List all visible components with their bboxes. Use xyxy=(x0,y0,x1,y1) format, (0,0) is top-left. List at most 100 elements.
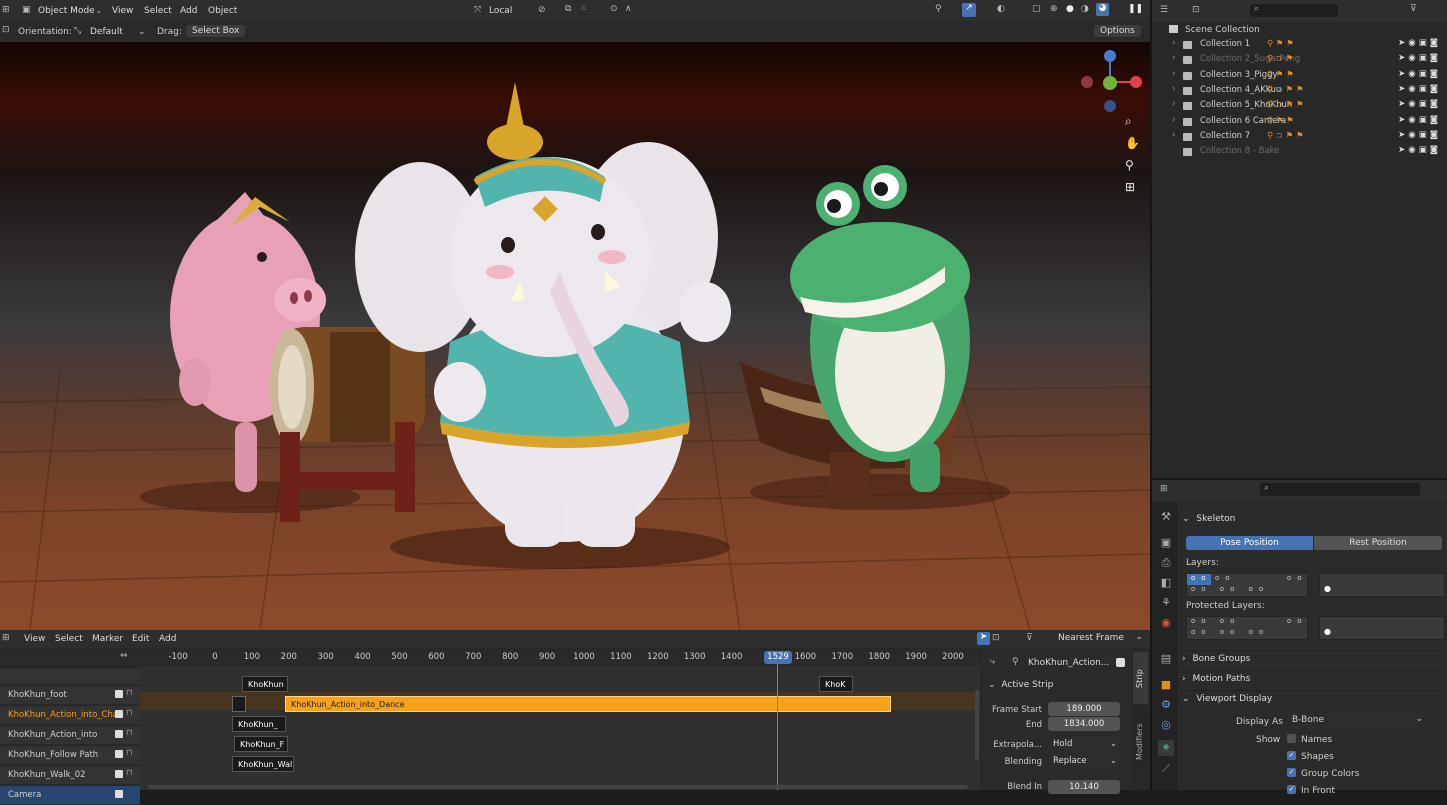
strip-small-marker[interactable] xyxy=(232,696,246,712)
rest-position-button[interactable]: Rest Position xyxy=(1314,536,1442,550)
navigation-gizmo[interactable] xyxy=(1078,46,1146,118)
nla-menu-edit[interactable]: Edit xyxy=(132,634,149,644)
lock-icon[interactable]: ⊓ xyxy=(126,708,133,718)
output-tab-icon[interactable]: ⎙ xyxy=(1158,556,1174,572)
outliner-item[interactable]: › Collection 1 ⚲ ⚑ ⚑ ➤◉▣◙ xyxy=(1152,38,1447,53)
camera-view-icon[interactable]: ⚲ xyxy=(1125,158,1134,172)
overlays-icon[interactable]: ◐ xyxy=(997,4,1005,14)
sidebar-mute-checkbox[interactable] xyxy=(1116,658,1125,667)
vertical-area-divider[interactable] xyxy=(1150,0,1152,790)
collection-tab-icon[interactable]: ▤ xyxy=(1158,652,1174,668)
nla-track[interactable]: Camera xyxy=(0,786,140,805)
visibility-toggles[interactable]: ➤◉▣◙ xyxy=(1398,69,1441,79)
shading-wireframe-icon[interactable]: ⊕ xyxy=(1050,4,1058,14)
view-layer-tab-icon[interactable]: ◧ xyxy=(1158,576,1174,592)
outliner-item[interactable]: › Collection 4_AKkuu ⚲ ⊃ ⚑ ⚑ ➤◉▣◙ xyxy=(1152,84,1447,99)
outliner-item[interactable]: › Collection 2_SugarPeng ⚲ ⊃ ⚑ ➤◉▣◙ xyxy=(1152,53,1447,68)
only-selected-icon[interactable]: ➤ xyxy=(977,632,990,645)
disclosure-triangle-icon[interactable]: › xyxy=(1172,84,1175,94)
gizmo-icon[interactable]: ↗ xyxy=(962,3,976,17)
disclosure-triangle-icon[interactable]: › xyxy=(1172,130,1175,140)
sidebar-tab-strip[interactable]: Strip xyxy=(1133,652,1148,704)
nla-track[interactable]: KhoKhun_Walk_02 ⊓ xyxy=(0,766,140,785)
editor-type-icon[interactable]: ⊞ xyxy=(1160,484,1168,494)
visibility-toggles[interactable]: ➤◉▣◙ xyxy=(1398,115,1441,125)
vertical-scrollbar[interactable] xyxy=(975,690,979,760)
tool-tab-icon[interactable]: ⚒ xyxy=(1158,510,1174,526)
track-mute-checkbox[interactable] xyxy=(115,710,123,718)
disclosure-triangle-icon[interactable]: › xyxy=(1172,53,1175,63)
viewport-display-section[interactable]: ⌄ Viewport Display xyxy=(1182,690,1444,712)
armature-data-tab-icon[interactable]: ⚹ xyxy=(1158,740,1174,756)
action-name-field[interactable]: KhoKhun_Action... xyxy=(1028,658,1109,668)
visibility-toggles[interactable]: ➤◉▣◙ xyxy=(1398,145,1441,155)
visibility-toggles[interactable]: ➤◉▣◙ xyxy=(1398,99,1441,109)
drag-select[interactable]: Select Box xyxy=(186,25,246,37)
filter-icon[interactable]: ⊽ xyxy=(1026,633,1033,643)
blend-in-field[interactable]: 10.140 xyxy=(1048,780,1120,794)
visibility-toggles[interactable]: ➤◉▣◙ xyxy=(1398,84,1441,94)
shading-material-icon[interactable]: ◑ xyxy=(1081,4,1089,14)
end-field[interactable]: 1834.000 xyxy=(1048,717,1120,731)
playhead-line[interactable] xyxy=(777,660,778,790)
menu-object[interactable]: Object xyxy=(208,6,237,16)
nla-track[interactable]: KhoKhun_Action_into ⊓ xyxy=(0,726,140,745)
visibility-toggles[interactable]: ➤◉▣◙ xyxy=(1398,130,1441,140)
blending-select[interactable]: Replace ⌄ xyxy=(1048,754,1120,768)
properties-search-input[interactable]: ⌕ xyxy=(1260,483,1420,496)
outliner-item[interactable]: › Collection 6 Camera ⚲ ⚑ ⚑ ➤◉▣◙ xyxy=(1152,115,1447,130)
snap-mode-select[interactable]: Nearest Frame ⌄ xyxy=(1053,632,1145,645)
mode-select[interactable]: Object Mode xyxy=(38,6,95,16)
xray-icon[interactable]: ▢ xyxy=(1032,4,1041,14)
physics-tab-icon[interactable]: ◎ xyxy=(1158,718,1174,734)
menu-add[interactable]: Add xyxy=(180,6,197,16)
pose-position-button[interactable]: Pose Position xyxy=(1186,536,1313,550)
nla-menu-add[interactable]: Add xyxy=(159,634,176,644)
strip-action-into-dance[interactable]: KhoKhun_Action_into_Dance xyxy=(285,696,891,712)
track-mute-checkbox[interactable] xyxy=(115,750,123,758)
editor-type-icon[interactable]: ⊞ xyxy=(2,633,10,643)
proportional-edit-icon[interactable]: ⊙ xyxy=(610,4,618,14)
3d-viewport[interactable]: ⌕ ✋ ⚲ ⊞ xyxy=(0,42,1150,630)
show-hidden-icon[interactable]: ⊡ xyxy=(992,633,1000,643)
bone-tab-icon[interactable]: ⟋ xyxy=(1158,762,1174,778)
view-object-types-icon[interactable]: ⚲ xyxy=(935,4,942,14)
lock-icon[interactable]: ⊓ xyxy=(126,748,133,758)
visibility-toggles[interactable]: ➤◉▣◙ xyxy=(1398,53,1441,63)
snap-target-icon[interactable]: ⁙ xyxy=(580,4,588,14)
disclosure-triangle-icon[interactable]: › xyxy=(1172,115,1175,125)
track-mute-checkbox[interactable] xyxy=(115,690,123,698)
display-as-select[interactable]: B-Bone ⌄ xyxy=(1287,714,1427,728)
horizontal-area-divider[interactable] xyxy=(1152,478,1447,480)
layers-grid-b[interactable]: ● xyxy=(1319,573,1445,597)
track-mute-checkbox[interactable] xyxy=(115,730,123,738)
nla-track-partial[interactable] xyxy=(0,668,140,685)
visibility-toggles[interactable]: ➤◉▣◙ xyxy=(1398,38,1441,48)
menu-view[interactable]: View xyxy=(112,6,133,16)
strip-khok-right[interactable]: KhoK xyxy=(819,676,853,692)
nla-menu-marker[interactable]: Marker xyxy=(92,634,123,644)
nla-menu-select[interactable]: Select xyxy=(55,634,83,644)
bone-groups-section[interactable]: › Bone Groups xyxy=(1182,650,1444,672)
falloff-icon[interactable]: ∧ xyxy=(625,4,632,14)
collapse-icon[interactable]: ⇔ xyxy=(120,651,128,661)
lock-icon[interactable]: ⊓ xyxy=(126,688,133,698)
object-tab-icon[interactable]: ■ xyxy=(1158,678,1174,694)
shapes-checkbox[interactable]: ✓ xyxy=(1287,751,1296,760)
pivot-icon[interactable]: ⊘ xyxy=(538,5,546,15)
scene-tab-icon[interactable]: ⚘ xyxy=(1158,596,1174,612)
disclosure-triangle-icon[interactable]: › xyxy=(1172,38,1175,48)
options-button[interactable]: Options xyxy=(1094,25,1141,37)
outliner-item[interactable]: › Collection 3_Piggy ⚲ ⚑ ⚑ ➤◉▣◙ xyxy=(1152,69,1447,84)
outliner-root[interactable]: Scene Collection xyxy=(1152,24,1447,38)
lock-icon[interactable]: ⊓ xyxy=(126,768,133,778)
disclosure-triangle-icon[interactable]: › xyxy=(1172,99,1175,109)
editor-type-icon[interactable]: ⊞ xyxy=(2,5,10,15)
names-checkbox[interactable] xyxy=(1287,734,1296,743)
perspective-toggle-icon[interactable]: ⊞ xyxy=(1125,180,1135,194)
group-colors-checkbox[interactable]: ✓ xyxy=(1287,768,1296,777)
editor-type-icon[interactable]: ☰ xyxy=(1160,5,1168,15)
filter-icon[interactable]: ⊽ xyxy=(1410,4,1417,14)
modifier-tab-icon[interactable]: ⚙ xyxy=(1158,698,1174,714)
zoom-icon[interactable]: ⌕ xyxy=(1125,114,1132,129)
